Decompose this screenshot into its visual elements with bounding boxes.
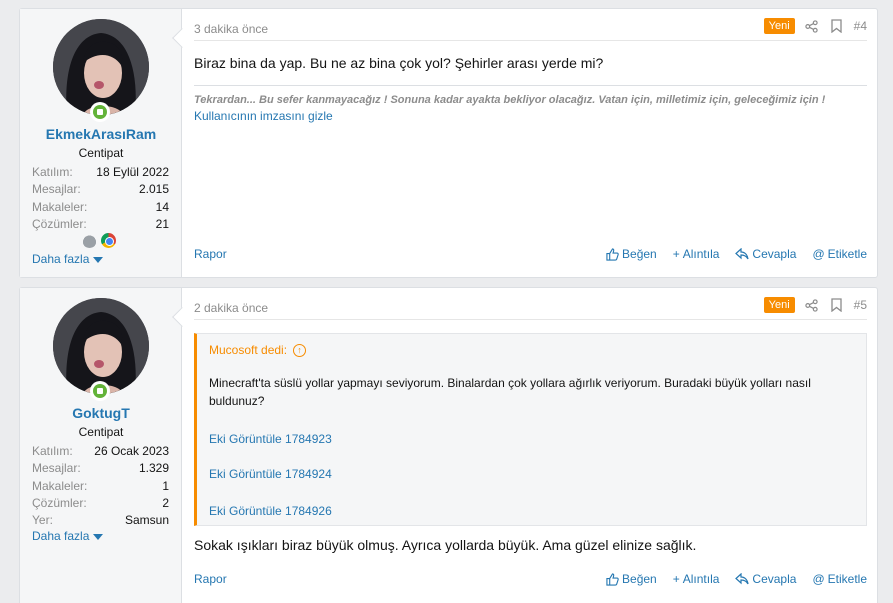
stat-row: Mesajlar: 1.329 (32, 461, 169, 476)
user-title: Centipat (78, 425, 124, 439)
signature-text: Tekrardan... Bu sefer kanmayacağız ! Son… (194, 94, 826, 106)
stat-row: Katılım: 26 Ocak 2023 (32, 444, 169, 458)
post-body: Sokak ışıkları biraz büyük olmuş. Ayrıca… (194, 537, 697, 553)
user-stats: Katılım: 26 Ocak 2023 Mesajlar: 1.329 Maka… (32, 443, 169, 529)
username[interactable]: EkmekArasıRam (20, 126, 182, 142)
post-number[interactable]: #4 (854, 19, 867, 33)
thumbs-up-icon (606, 572, 619, 586)
new-badge: Yeni (763, 297, 795, 313)
user-stats: Katılım: 18 Eylül 2022 Mesajlar: 2.015 Mak… (32, 164, 169, 233)
stat-row: Makaleler: 14 (32, 199, 169, 214)
quote-button[interactable]: + Alıntıla (673, 247, 720, 261)
reply-icon (735, 248, 750, 260)
stat-row: Katılım: 18 Eylül 2022 (32, 165, 169, 179)
post-meta: 2 dakika önce Yeni #5 (194, 288, 867, 320)
reply-icon (735, 573, 750, 585)
report-link[interactable]: Rapor (194, 572, 227, 586)
caret-down-icon (93, 256, 104, 263)
quote-button[interactable]: + Alıntıla (673, 572, 720, 586)
user-title: Centipat (78, 146, 124, 160)
apple-icon (82, 233, 97, 248)
stat-row: Çözümler: 2 (32, 495, 169, 510)
post-5: GoktugT Centipat Katılım: 26 Ocak 2023 Me… (19, 287, 878, 603)
stat-row: Yer: Samsun (32, 513, 169, 528)
user-cell: EkmekArasıRam Centipat Katılım: 18 Eylül … (20, 9, 182, 277)
share-icon[interactable] (804, 297, 820, 313)
caret-down-icon (93, 533, 104, 540)
post-number[interactable]: #5 (854, 298, 867, 312)
post-body: Biraz bina da yap. Bu ne az bina çok yol… (194, 55, 604, 71)
stat-row: Mesajlar: 2.015 (32, 182, 169, 197)
avatar[interactable] (53, 19, 149, 115)
attachment-link[interactable]: Eki Görüntüle 1784926 (209, 504, 332, 518)
at-icon: @ (812, 247, 825, 261)
reply-button[interactable]: Cevapla (735, 572, 796, 586)
like-button[interactable]: Beğen (606, 572, 657, 586)
attachment-link[interactable]: Eki Görüntüle 1784923 (209, 432, 332, 446)
stat-row: Çözümler: 21 (32, 216, 169, 231)
reply-button[interactable]: Cevapla (735, 247, 796, 261)
hide-signature-link[interactable]: Kullanıcının imzasını gizle (194, 108, 867, 124)
report-link[interactable]: Rapor (194, 247, 227, 261)
username[interactable]: GoktugT (20, 405, 182, 421)
tag-button[interactable]: @ Etiketle (812, 247, 867, 261)
bookmark-icon[interactable] (829, 297, 845, 313)
chrome-icon (101, 233, 116, 248)
online-status-icon (90, 102, 110, 122)
attachment-link[interactable]: Eki Görüntüle 1784924 (209, 467, 332, 481)
avatar[interactable] (53, 298, 149, 394)
quote-text: Minecraft'ta süslü yollar yapmayı seviyo… (209, 376, 811, 408)
quote-header[interactable]: Mucosoft dedi: ↑ (209, 343, 307, 357)
post-time[interactable]: 3 dakika önce (194, 22, 268, 36)
quote-author[interactable]: Mucosoft dedi: (209, 343, 287, 357)
post-4: EkmekArasıRam Centipat Katılım: 18 Eylül … (19, 8, 878, 278)
at-icon: @ (812, 572, 825, 586)
stat-row: Makaleler: 1 (32, 478, 169, 493)
post-main: 3 dakika önce Yeni #4 Biraz bina da yap.… (194, 9, 867, 277)
arrow-up-circle-icon[interactable]: ↑ (293, 343, 307, 357)
thumbs-up-icon (606, 247, 619, 261)
like-button[interactable]: Beğen (606, 247, 657, 261)
share-icon[interactable] (804, 18, 820, 34)
post-time[interactable]: 2 dakika önce (194, 301, 268, 315)
signature: Tekrardan... Bu sefer kanmayacağız ! Son… (194, 85, 867, 124)
post-meta: 3 dakika önce Yeni #4 (194, 9, 867, 41)
online-status-icon (90, 381, 110, 401)
more-info-toggle[interactable]: Daha fazla (32, 252, 104, 266)
plus-icon: + (672, 247, 680, 261)
more-info-toggle[interactable]: Daha fazla (32, 529, 104, 543)
post-main: 2 dakika önce Yeni #5 Mucosoft dedi: ↑ M… (194, 288, 867, 603)
tag-button[interactable]: @ Etiketle (812, 572, 867, 586)
user-cell: GoktugT Centipat Katılım: 26 Ocak 2023 Me… (20, 288, 182, 603)
plus-icon: + (672, 572, 680, 586)
new-badge: Yeni (763, 18, 795, 34)
browser-icons (82, 233, 116, 248)
quote-block: Mucosoft dedi: ↑ Minecraft'ta süslü yoll… (194, 333, 867, 526)
bookmark-icon[interactable] (829, 18, 845, 34)
